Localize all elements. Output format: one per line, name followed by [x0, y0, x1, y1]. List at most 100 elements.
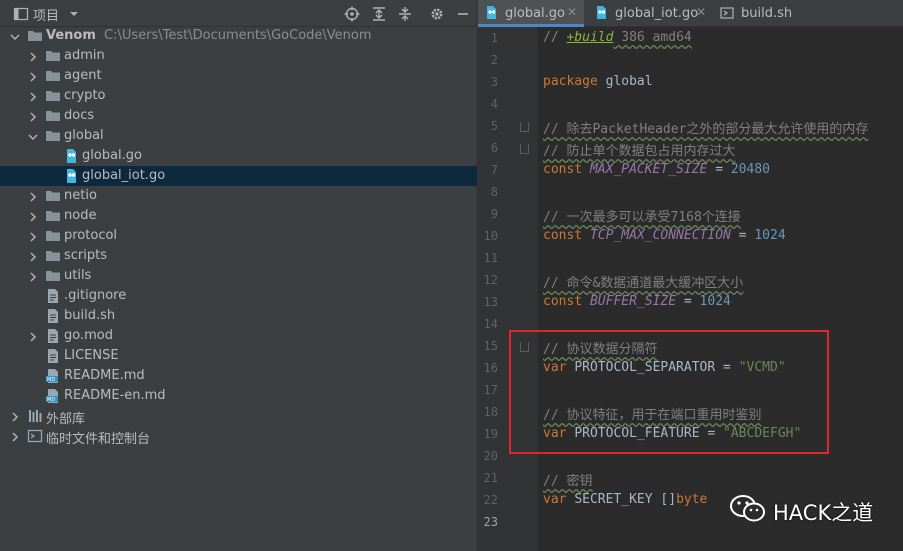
editor-tab-bar: global.go ✕ global_iot.go ✕ build.sh	[478, 0, 903, 27]
tree-item[interactable]: build.sh	[0, 306, 477, 326]
code-editor: global.go ✕ global_iot.go ✕ build.sh 123…	[477, 0, 903, 551]
collapse-all-icon[interactable]	[397, 6, 413, 22]
chevron-right-icon[interactable]	[28, 191, 38, 202]
line-number: 9	[490, 207, 498, 221]
text-file-icon	[45, 288, 61, 304]
tree-item[interactable]: MD README.md	[0, 366, 477, 386]
tree-item-label: docs	[64, 108, 95, 123]
fold-marker-icon[interactable]	[520, 144, 529, 154]
code-token: const	[543, 228, 590, 243]
tree-item[interactable]: Venom C:\Users\Test\Documents\GoCode\Veno…	[0, 26, 477, 46]
tab-global-go[interactable]: global.go ✕	[478, 0, 584, 27]
locate-icon[interactable]	[344, 6, 360, 22]
code-token: // 防止单个数据包占用内存过大	[543, 144, 736, 159]
code-token: var	[543, 492, 575, 507]
tree-item[interactable]: netio	[0, 186, 477, 206]
tree-item-label: global_iot.go	[82, 168, 166, 183]
folder-icon	[45, 208, 61, 224]
chevron-right-icon[interactable]	[10, 431, 20, 442]
chevron-down-icon[interactable]	[66, 6, 82, 22]
close-icon[interactable]: ✕	[696, 5, 706, 19]
chevron-right-icon[interactable]	[28, 51, 38, 62]
tree-item-label: 临时文件和控制台	[46, 432, 151, 447]
code-line: const MAX_PACKET_SIZE = 20480	[543, 162, 770, 177]
code-token: byte	[676, 492, 708, 507]
code-area[interactable]: // +build 386 amd64 package global // 除去Pa…	[538, 27, 903, 551]
tree-item[interactable]: scripts	[0, 246, 477, 266]
chevron-right-icon[interactable]	[10, 411, 20, 422]
tree-item[interactable]: utils	[0, 266, 477, 286]
folder-icon	[45, 68, 61, 84]
code-line: // +build 386 amd64	[543, 30, 692, 45]
tree-item-label: LICENSE	[64, 348, 119, 363]
svg-text:MD: MD	[47, 377, 55, 383]
code-token: 20480	[730, 162, 770, 177]
text-file-icon	[45, 328, 61, 344]
line-number: 3	[490, 75, 498, 89]
tree-item-path: C:\Users\Test\Documents\GoCode\Venom	[104, 28, 372, 43]
tree-item[interactable]: crypto	[0, 86, 477, 106]
expand-all-icon[interactable]	[371, 6, 387, 22]
fold-marker-icon[interactable]	[520, 122, 529, 132]
code-token: +build	[566, 30, 614, 45]
chevron-right-icon[interactable]	[28, 111, 38, 122]
line-number: 5	[490, 119, 498, 133]
go-file-icon	[487, 6, 496, 19]
tree-item[interactable]: node	[0, 206, 477, 226]
chevron-down-icon[interactable]	[28, 131, 38, 141]
watermark: HACK之道	[725, 488, 875, 528]
project-toolbar: 项目	[0, 0, 477, 27]
chevron-right-icon[interactable]	[28, 331, 38, 342]
code-token: const	[543, 294, 590, 309]
project-view-title[interactable]: 项目	[33, 5, 59, 24]
tree-item-label: Venom	[46, 28, 96, 43]
chevron-right-icon[interactable]	[28, 231, 38, 242]
code-token: MAX_PACKET_SIZE	[589, 162, 708, 177]
tree-item[interactable]: 临时文件和控制台	[0, 426, 477, 447]
project-window-icon	[13, 7, 29, 21]
chevron-right-icon[interactable]	[28, 251, 38, 262]
library-icon	[27, 408, 43, 424]
code-token: // 密钥	[543, 474, 593, 489]
tree-item[interactable]: docs	[0, 106, 477, 126]
tab-global-iot-go[interactable]: global_iot.go ✕	[588, 0, 712, 27]
chevron-right-icon[interactable]	[28, 91, 38, 102]
tree-item[interactable]: admin	[0, 46, 477, 66]
code-token: 1024	[699, 294, 731, 309]
tree-item-label: global	[64, 128, 104, 143]
watermark-text: HACK之道	[773, 501, 874, 525]
minimize-icon[interactable]	[455, 6, 471, 22]
code-token: 1024	[754, 228, 786, 243]
tree-item-label: netio	[64, 188, 97, 203]
tree-item[interactable]: global_iot.go	[0, 166, 477, 186]
chevron-right-icon[interactable]	[28, 211, 38, 222]
svg-text:MD: MD	[47, 397, 55, 403]
tree-item-label: .gitignore	[64, 288, 127, 303]
tree-item[interactable]: MD README-en.md	[0, 386, 477, 406]
scratches-icon	[27, 428, 43, 444]
chevron-right-icon[interactable]	[28, 71, 38, 82]
folder-icon	[45, 188, 61, 204]
code-line: // 一次最多可以承受7168个连接	[543, 206, 741, 225]
folder-icon	[45, 228, 61, 244]
code-line: var SECRET_KEY []byte	[543, 492, 707, 507]
tree-item[interactable]: protocol	[0, 226, 477, 246]
code-token: package	[543, 74, 598, 89]
tree-item[interactable]: go.mod	[0, 326, 477, 346]
tree-item[interactable]: .gitignore	[0, 286, 477, 306]
tree-item[interactable]: global.go	[0, 146, 477, 166]
tab-build-sh[interactable]: build.sh	[714, 0, 814, 27]
tree-item[interactable]: global	[0, 126, 477, 146]
gear-icon[interactable]	[429, 6, 445, 22]
tree-item[interactable]: LICENSE	[0, 346, 477, 366]
line-number: 17	[483, 383, 498, 397]
chevron-right-icon[interactable]	[28, 271, 38, 282]
chevron-down-icon[interactable]	[10, 31, 20, 41]
tree-item-label: utils	[64, 268, 92, 283]
close-icon[interactable]: ✕	[567, 5, 577, 19]
tree-item[interactable]: 外部库	[0, 406, 477, 427]
line-number: 18	[483, 405, 498, 419]
folder-icon	[45, 108, 61, 124]
tree-item-label: scripts	[64, 248, 107, 263]
tree-item[interactable]: agent	[0, 66, 477, 86]
